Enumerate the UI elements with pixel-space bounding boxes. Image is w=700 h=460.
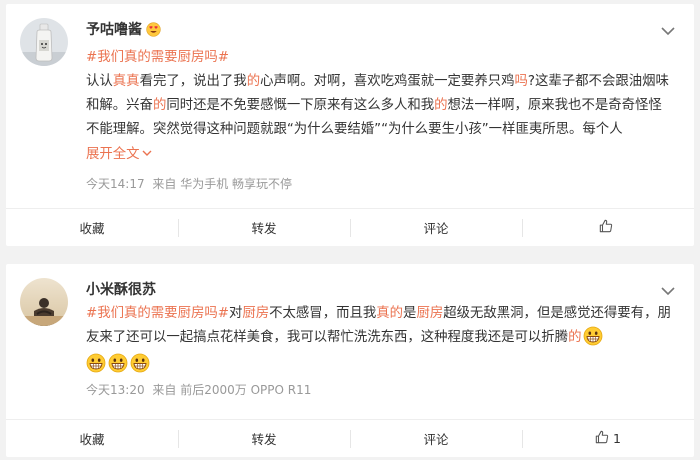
user-avatar[interactable] bbox=[20, 278, 68, 326]
collect-button[interactable]: 收藏 bbox=[6, 209, 178, 246]
username[interactable]: 予咕噜酱 bbox=[86, 19, 161, 39]
thumbs-up-icon bbox=[595, 430, 609, 447]
repost-button[interactable]: 转发 bbox=[178, 420, 350, 457]
expand-full-text-link[interactable]: 展开全文 bbox=[86, 147, 152, 162]
post-time[interactable]: 今天13:20 bbox=[86, 383, 145, 397]
weibo-post-card: 予咕噜酱 #我们真的需要厨房吗# 认认真真看完了，说出了我的心声啊。对啊，喜欢吃… bbox=[6, 4, 694, 246]
user-avatar[interactable] bbox=[20, 18, 68, 66]
weibo-post-card: 小米酥很苏 #我们真的需要厨房吗#对厨房不太感冒，而且我真的是厨房超级无敌黑洞，… bbox=[6, 264, 694, 457]
comment-button[interactable]: 评论 bbox=[350, 209, 522, 246]
topic-link[interactable]: #我们真的需要厨房吗# bbox=[86, 50, 229, 65]
post-action-bar: 收藏 转发 评论 bbox=[6, 208, 694, 246]
username[interactable]: 小米酥很苏 bbox=[86, 279, 156, 299]
grin-emoji-icon bbox=[108, 353, 128, 382]
post-content: #我们真的需要厨房吗#对厨房不太感冒，而且我真的是厨房超级无敌黑洞，但是感觉还得… bbox=[86, 302, 671, 379]
repost-button[interactable]: 转发 bbox=[178, 209, 350, 246]
like-button[interactable] bbox=[522, 209, 694, 246]
collect-button[interactable]: 收藏 bbox=[6, 420, 178, 457]
post-source: 来自 华为手机 畅享玩不停 bbox=[152, 177, 293, 191]
emoji-row bbox=[86, 353, 671, 382]
chevron-down-icon[interactable] bbox=[660, 22, 676, 36]
post-source: 来自 前后2000万 OPPO R11 bbox=[152, 383, 312, 397]
post-text: 认认真真看完了，说出了我的心声啊。对啊，喜欢吃鸡蛋就一定要养只鸡吗?这辈子都不会… bbox=[86, 74, 669, 137]
topic-link[interactable]: #我们真的需要厨房吗# bbox=[86, 306, 229, 321]
post-meta: 今天13:20 来自 前后2000万 OPPO R11 bbox=[86, 381, 315, 398]
post-time[interactable]: 今天14:17 bbox=[86, 177, 145, 191]
username-text[interactable]: 予咕噜酱 bbox=[86, 19, 142, 39]
comment-button[interactable]: 评论 bbox=[350, 420, 522, 457]
heart-eyes-emoji-icon bbox=[146, 21, 161, 37]
post-action-bar: 收藏 转发 评论 1 bbox=[6, 419, 694, 457]
grin-emoji-icon bbox=[130, 353, 150, 382]
thumbs-up-icon bbox=[599, 219, 613, 236]
chevron-down-icon[interactable] bbox=[660, 282, 676, 296]
grin-emoji-icon bbox=[86, 353, 106, 382]
like-button[interactable]: 1 bbox=[522, 420, 694, 457]
like-count: 1 bbox=[613, 431, 621, 446]
username-text[interactable]: 小米酥很苏 bbox=[86, 279, 156, 299]
grin-emoji-icon bbox=[583, 326, 603, 355]
post-meta: 今天14:17 来自 华为手机 畅享玩不停 bbox=[86, 175, 296, 192]
post-content: #我们真的需要厨房吗# 认认真真看完了，说出了我的心声啊。对啊，喜欢吃鸡蛋就一定… bbox=[86, 46, 671, 167]
chevron-down-icon bbox=[142, 142, 152, 166]
